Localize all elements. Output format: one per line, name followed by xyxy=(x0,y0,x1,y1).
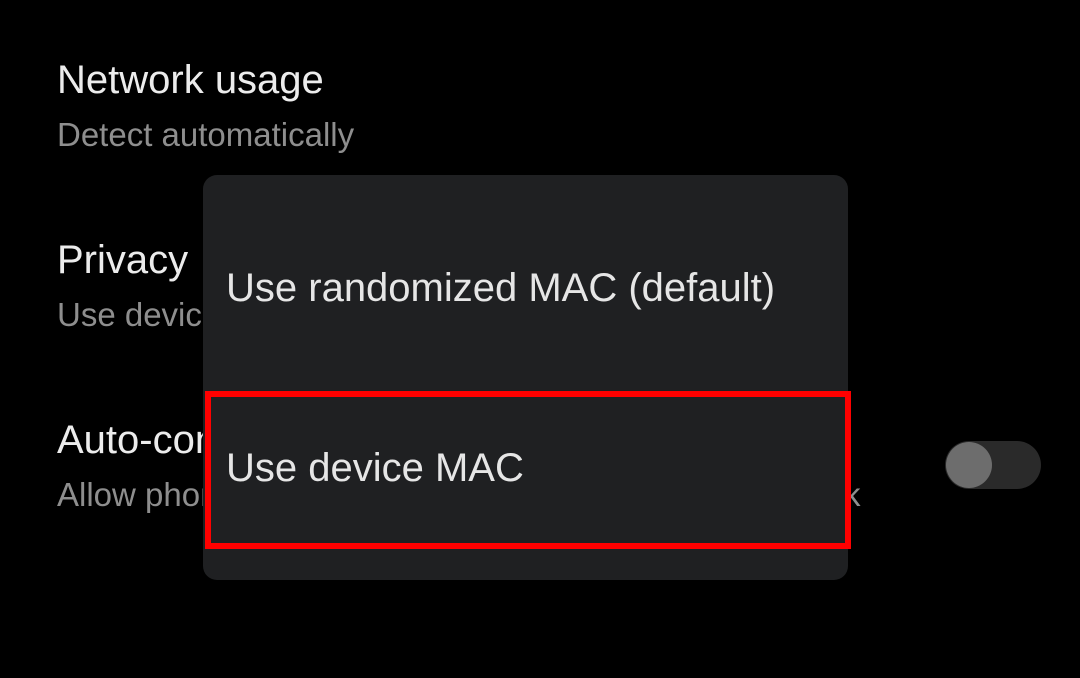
toggle-thumb xyxy=(946,442,992,488)
auto-connect-toggle[interactable] xyxy=(945,441,1041,489)
setting-network-usage[interactable]: Network usage Detect automatically xyxy=(57,56,354,160)
option-use-device-mac[interactable]: Use device MAC xyxy=(207,393,853,543)
setting-summary: Detect automatically xyxy=(57,116,355,153)
option-use-randomized-mac[interactable]: Use randomized MAC (default) xyxy=(203,253,848,323)
privacy-options-dialog: Use randomized MAC (default) Use device … xyxy=(203,175,848,580)
setting-title: Network usage xyxy=(57,58,324,102)
